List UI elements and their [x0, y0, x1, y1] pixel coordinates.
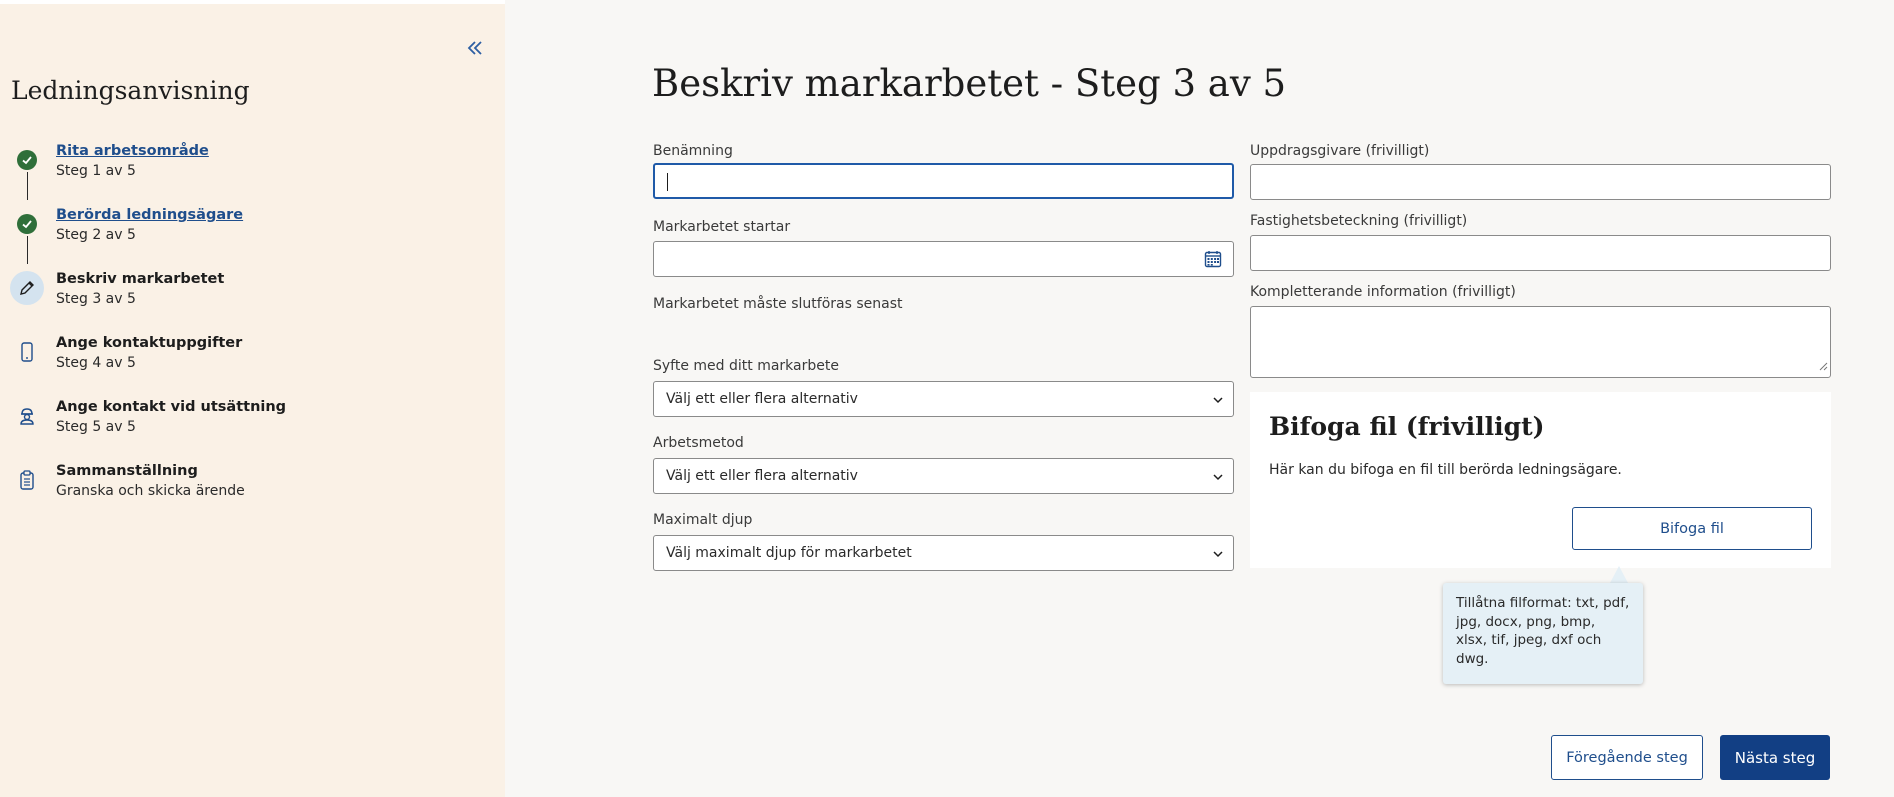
- phone-icon: [14, 339, 40, 365]
- start-date-input[interactable]: [653, 241, 1234, 277]
- sidebar-title: Ledningsanvisning: [11, 76, 250, 105]
- step-item-ange-kontakt-vid-utsattning: Ange kontakt vid utsättning Steg 5 av 5: [0, 397, 505, 449]
- syfte-select-value: Välj ett eller flera alternativ: [666, 391, 858, 407]
- collapse-sidebar-button[interactable]: [461, 34, 489, 62]
- start-date-label: Markarbetet startar: [653, 219, 791, 235]
- step-subtitle: Steg 5 av 5: [56, 419, 136, 435]
- step-link[interactable]: Rita arbetsområde: [56, 141, 209, 161]
- arbetsmetod-select[interactable]: Välj ett eller flera alternativ: [653, 458, 1234, 494]
- kompletterande-textarea[interactable]: [1250, 306, 1831, 378]
- chevron-down-icon: [1211, 393, 1225, 411]
- fastighetsbeteckning-input[interactable]: [1250, 235, 1831, 271]
- calendar-icon[interactable]: [1204, 250, 1222, 272]
- attach-title: Bifoga fil (frivilligt): [1269, 412, 1545, 441]
- syfte-select[interactable]: Välj ett eller flera alternativ: [653, 381, 1234, 417]
- step-subtitle: Granska och skicka ärende: [56, 483, 245, 499]
- attach-file-card: Bifoga fil (frivilligt) Här kan du bifog…: [1250, 392, 1831, 568]
- step-item-rita-arbetsomrade[interactable]: Rita arbetsområde Steg 1 av 5: [0, 141, 505, 193]
- previous-step-button[interactable]: Föregående steg: [1551, 735, 1703, 780]
- benamning-input[interactable]: [653, 163, 1234, 199]
- syfte-label: Syfte med ditt markarbete: [653, 358, 839, 374]
- step-subtitle: Steg 4 av 5: [56, 355, 136, 371]
- step-connector: [27, 236, 28, 264]
- pencil-icon: [10, 271, 44, 305]
- main-content: Beskriv markarbetet - Steg 3 av 5 Benämn…: [505, 0, 1894, 797]
- step-title: Ange kontakt vid utsättning: [56, 399, 287, 415]
- attach-description: Här kan du bifoga en fil till berörda le…: [1269, 462, 1622, 478]
- deadline-label: Markarbetet måste slutföras senast: [653, 296, 903, 312]
- check-icon: [17, 150, 37, 170]
- step-subtitle: Steg 3 av 5: [56, 291, 136, 307]
- step-item-berorda-ledningsagare[interactable]: Berörda ledningsägare Steg 2 av 5: [0, 205, 505, 257]
- resize-grip-icon[interactable]: [1818, 356, 1828, 375]
- step-link[interactable]: Berörda ledningsägare: [56, 205, 243, 225]
- step-item-beskriv-markarbetet: Beskriv markarbetet Steg 3 av 5: [0, 269, 505, 321]
- fastighetsbeteckning-label: Fastighetsbeteckning (frivilligt): [1250, 213, 1468, 229]
- chevron-down-icon: [1211, 470, 1225, 488]
- uppdragsgivare-label: Uppdragsgivare (frivilligt): [1250, 143, 1430, 159]
- worker-icon: [14, 403, 40, 429]
- step-subtitle: Steg 1 av 5: [56, 163, 136, 179]
- check-icon: [17, 214, 37, 234]
- step-title: Sammanställning: [56, 463, 198, 479]
- step-connector: [27, 172, 28, 200]
- maximalt-djup-select[interactable]: Välj maximalt djup för markarbetet: [653, 535, 1234, 571]
- chevron-down-icon: [1211, 547, 1225, 565]
- clipboard-icon: [14, 467, 40, 493]
- step-subtitle: Steg 2 av 5: [56, 227, 136, 243]
- double-chevron-left-icon: [467, 41, 482, 55]
- benamning-label: Benämning: [653, 143, 733, 159]
- page-title: Beskriv markarbetet - Steg 3 av 5: [652, 62, 1287, 105]
- tooltip-arrow: [1610, 566, 1628, 583]
- maximalt-djup-label: Maximalt djup: [653, 512, 753, 528]
- arbetsmetod-label: Arbetsmetod: [653, 435, 744, 451]
- step-item-ange-kontaktuppgifter: Ange kontaktuppgifter Steg 4 av 5: [0, 333, 505, 385]
- uppdragsgivare-input[interactable]: [1250, 164, 1831, 200]
- file-format-tooltip: Tillåtna filformat: txt, pdf, jpg, docx,…: [1443, 583, 1643, 684]
- attach-file-button[interactable]: Bifoga fil: [1572, 507, 1812, 550]
- kompletterande-label: Kompletterande information (frivilligt): [1250, 284, 1516, 300]
- maximalt-djup-select-value: Välj maximalt djup för markarbetet: [666, 545, 912, 561]
- text-caret: [667, 173, 668, 191]
- next-step-button[interactable]: Nästa steg: [1720, 735, 1830, 780]
- sidebar: Ledningsanvisning Rita arbetsområde Steg…: [0, 0, 505, 797]
- step-title: Beskriv markarbetet: [56, 271, 225, 287]
- step-item-sammanstallning: Sammanställning Granska och skicka ärend…: [0, 461, 505, 513]
- arbetsmetod-select-value: Välj ett eller flera alternativ: [666, 468, 858, 484]
- step-title: Ange kontaktuppgifter: [56, 335, 243, 351]
